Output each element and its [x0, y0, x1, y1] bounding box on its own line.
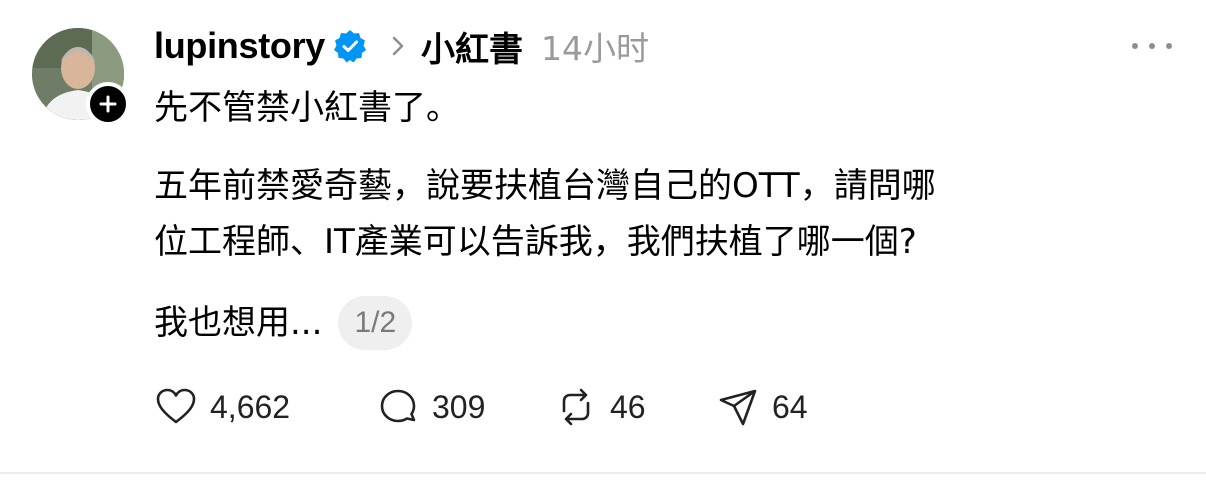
more-dot	[1132, 43, 1138, 49]
reply-button[interactable]: 309	[376, 385, 554, 429]
post-text-line: 位工程師、IT產業可以告訴我，我們扶植了哪一個?	[154, 222, 917, 262]
post-time: 14小时	[541, 29, 650, 68]
community-link[interactable]: 小紅書	[421, 22, 523, 71]
chevron-right-icon	[392, 36, 404, 56]
like-button[interactable]: 4,662	[154, 385, 376, 429]
verified-badge-icon	[334, 30, 367, 63]
more-dot	[1149, 43, 1155, 49]
post-text-last-row: 我也想用... 1/2	[154, 296, 413, 350]
divider	[0, 472, 1206, 474]
more-icon[interactable]	[1132, 34, 1172, 58]
more-dot	[1166, 43, 1172, 49]
share-button[interactable]: 64	[716, 385, 836, 429]
send-icon	[719, 389, 757, 426]
reply-count: 309	[432, 388, 486, 425]
action-bar: 4,662 309 46 64	[154, 384, 836, 430]
comment-icon	[380, 389, 416, 423]
repost-count: 46	[610, 388, 646, 425]
like-count: 4,662	[210, 388, 291, 425]
avatar-container	[32, 28, 130, 126]
repost-button[interactable]: 46	[554, 385, 716, 429]
page-indicator[interactable]: 1/2	[338, 296, 413, 350]
share-count: 64	[772, 388, 808, 425]
heart-icon	[156, 388, 196, 424]
post-text-line: 先不管禁小紅書了。	[154, 88, 460, 128]
repost-icon	[562, 388, 590, 426]
follow-button[interactable]	[86, 82, 130, 126]
post-header: lupinstory 小紅書 14小时	[154, 22, 650, 71]
post: lupinstory 小紅書 14小时 先不管禁小紅書了。 五年前禁愛奇藝，說要…	[0, 0, 1206, 497]
plus-icon	[99, 95, 117, 113]
post-text-line: 五年前禁愛奇藝，說要扶植台灣自己的OTT，請問哪	[154, 166, 936, 206]
username[interactable]: lupinstory	[154, 25, 325, 67]
post-text-line: 我也想用...	[154, 303, 323, 343]
